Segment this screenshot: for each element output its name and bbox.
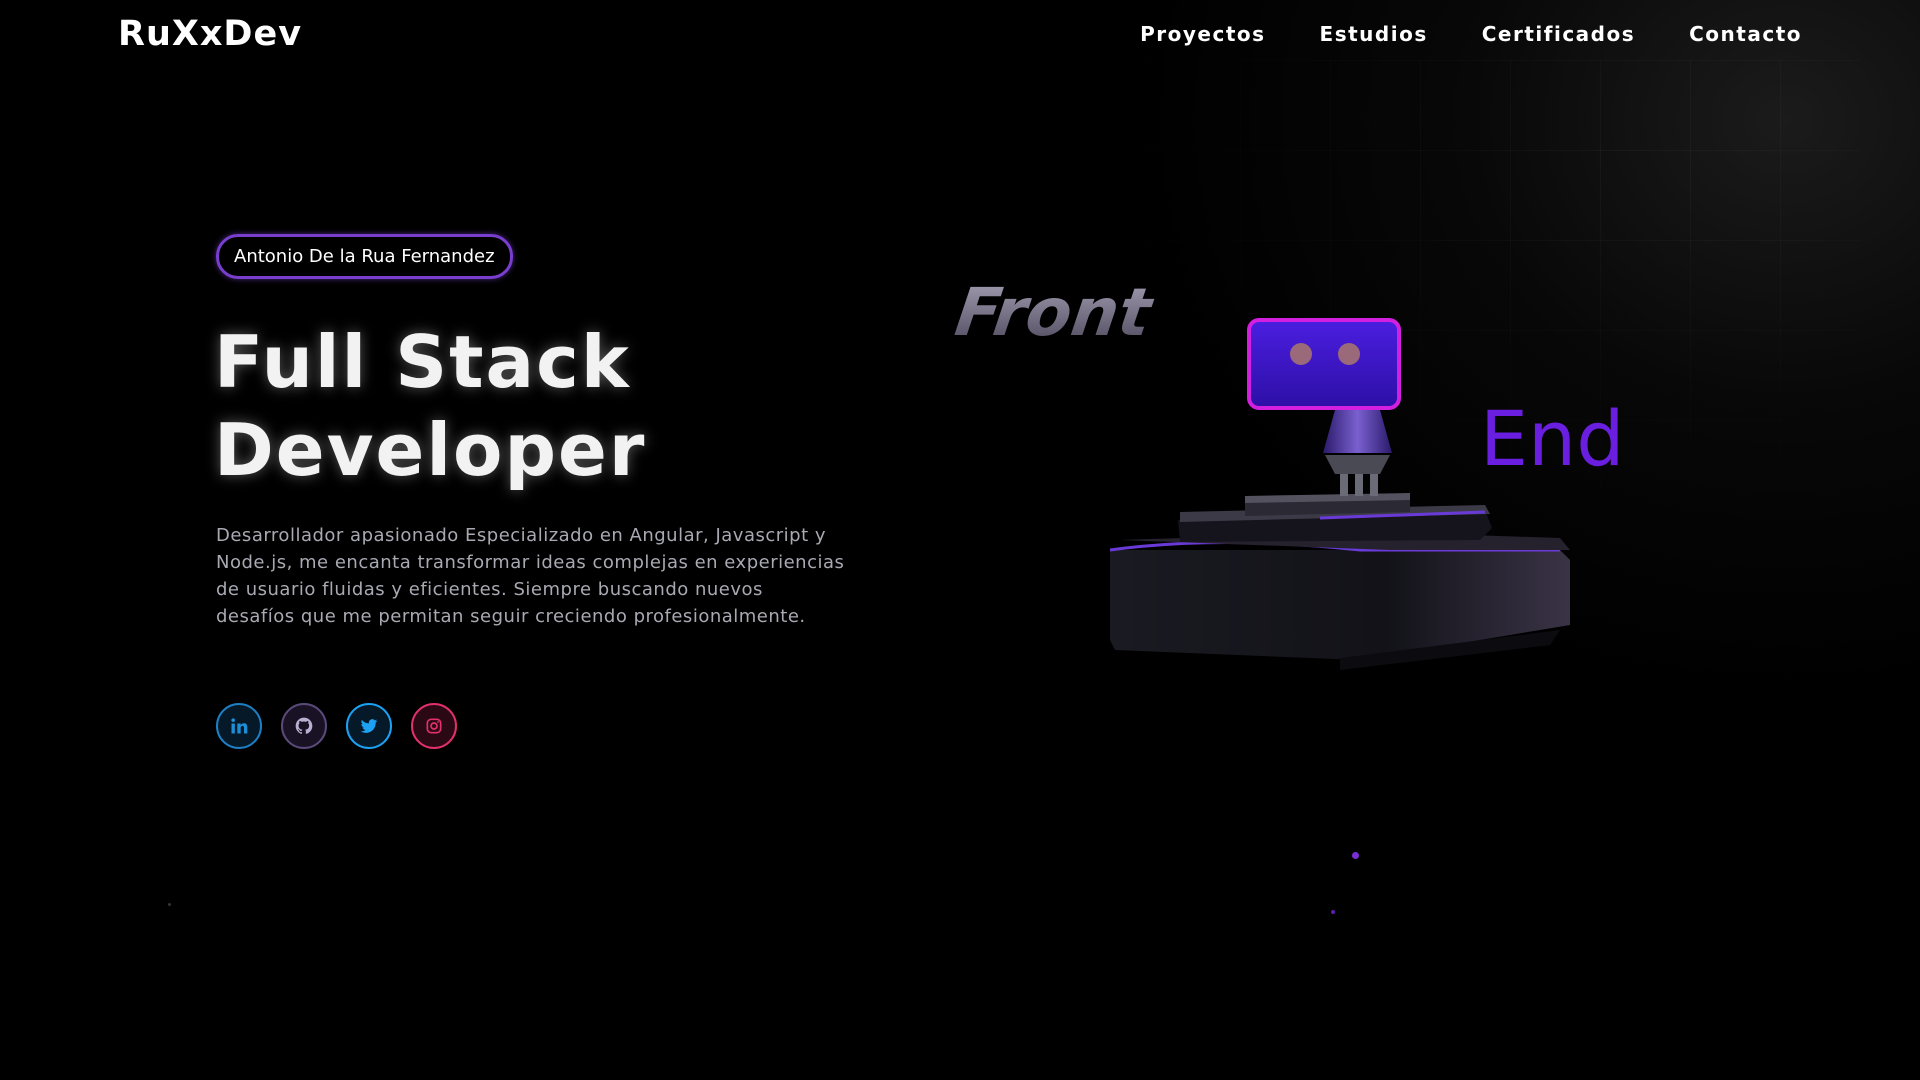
twitter-button[interactable]	[346, 703, 392, 749]
site-header: RuXxDev Proyectos Estudios Certificados …	[0, 0, 1920, 72]
nav-link-certificados[interactable]: Certificados	[1482, 22, 1635, 46]
linkedin-button[interactable]	[216, 703, 262, 749]
end-text: End	[1480, 394, 1624, 483]
social-links	[216, 703, 457, 749]
github-button[interactable]	[281, 703, 327, 749]
site-logo[interactable]: RuXxDev	[118, 14, 302, 54]
hero-title-line1: Full Stack	[214, 320, 631, 404]
nav-link-estudios[interactable]: Estudios	[1320, 22, 1428, 46]
robot-3d-scene[interactable]: Front End	[940, 250, 1660, 730]
instagram-button[interactable]	[411, 703, 457, 749]
twitter-icon	[360, 719, 378, 733]
hero-title: Full Stack Developer	[214, 318, 646, 494]
nav-link-proyectos[interactable]: Proyectos	[1140, 22, 1265, 46]
name-badge: Antonio De la Rua Fernandez	[216, 234, 513, 279]
nav-link-contacto[interactable]: Contacto	[1689, 22, 1802, 46]
particle-dot	[1331, 910, 1335, 914]
instagram-icon	[426, 718, 442, 734]
github-icon	[295, 717, 313, 734]
robot-illustration: Front End	[951, 273, 1624, 670]
particle-dot	[168, 903, 171, 906]
particle-dot	[1352, 852, 1359, 859]
hero-description: Desarrollador apasionado Especializado e…	[216, 525, 845, 627]
hero-title-line2: Developer	[214, 408, 647, 492]
linkedin-icon	[231, 718, 248, 734]
main-nav: Proyectos Estudios Certificados Contacto	[1140, 22, 1802, 46]
front-text: Front	[951, 273, 1158, 351]
